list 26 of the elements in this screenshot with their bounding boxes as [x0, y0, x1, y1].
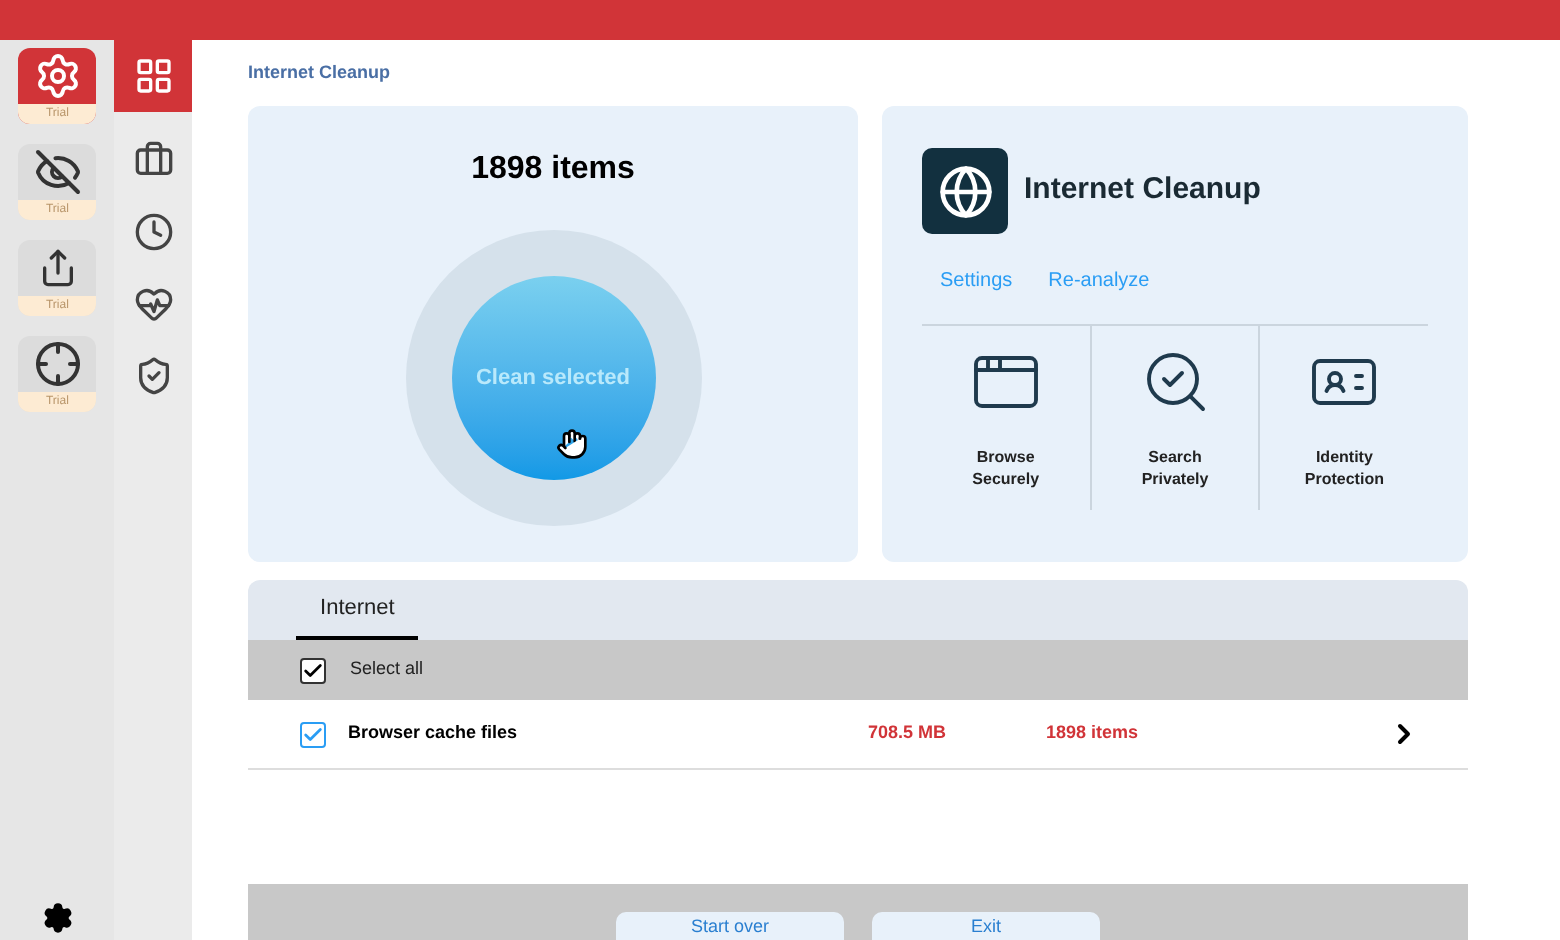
dashboard-icon — [133, 56, 174, 96]
module-link[interactable]: Settings — [940, 266, 1013, 296]
select-all-label: Select all — [350, 656, 424, 683]
page-title: Internet Cleanup — [248, 60, 393, 86]
settings-icon[interactable] — [41, 902, 74, 934]
feature-tile[interactable]: Browse Securely — [922, 326, 1090, 510]
heart-pulse-icon — [133, 284, 174, 324]
shield-check-icon — [133, 356, 174, 396]
checkbox[interactable] — [300, 657, 327, 683]
crosshair-icon — [33, 340, 82, 388]
briefcase-icon — [133, 140, 174, 180]
item-count: 1898 items — [471, 150, 635, 190]
footer-button[interactable]: Exit — [872, 912, 1101, 940]
checkbox[interactable] — [300, 721, 327, 747]
clock-icon — [133, 212, 174, 252]
footer-button[interactable]: Start over — [616, 912, 845, 940]
module-link[interactable]: Re-analyze — [1048, 266, 1150, 296]
list-row[interactable]: Browser cache files 708.5 MB 1898 items — [248, 700, 1469, 770]
nav-button[interactable] — [114, 40, 193, 112]
pointer-hand-icon — [555, 428, 588, 460]
crossed-eye-icon — [33, 148, 82, 196]
feature-tile[interactable]: Identity Protection — [1258, 326, 1429, 510]
globe-icon — [937, 163, 994, 219]
gear-icon — [33, 52, 82, 100]
feature-tile[interactable]: Search Privately — [1089, 326, 1259, 510]
module-title: Internet Cleanup — [1024, 170, 1261, 211]
